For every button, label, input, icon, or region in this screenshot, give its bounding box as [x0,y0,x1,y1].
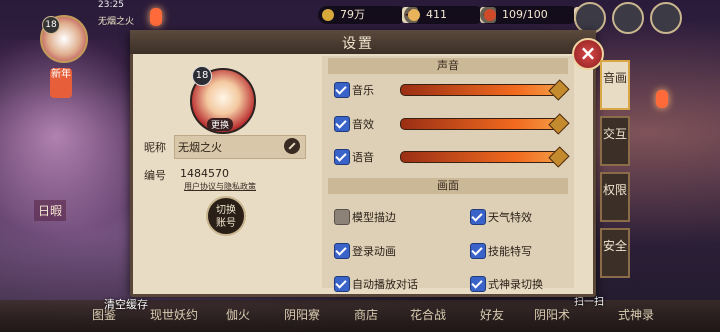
tab-audio-visual[interactable]: 音画 [600,60,630,110]
music-slider[interactable] [400,84,566,96]
graphics-section-header: 画面 [328,178,568,194]
level-badge: 18 [42,16,60,34]
music-label: 音乐 [352,84,374,97]
jade-icon [408,9,420,21]
sound-section-header: 声音 [328,58,568,74]
nav-item[interactable]: 式神录 [618,306,654,323]
tab-label: 音画 [602,71,627,85]
login-anim-label: 登录动画 [352,245,396,258]
effects-checkbox[interactable] [334,116,350,132]
nickname-value: 无烟之火 [178,141,222,154]
status-time: 23:25 [98,0,124,10]
login-anim-checkbox[interactable] [334,243,350,259]
policy-link[interactable]: 用户协议与隐私政策 [184,181,256,192]
nav-item[interactable]: 阴阳寮 [284,306,320,323]
stamina-value: 109/100 [502,8,548,21]
shikigami-switch-checkbox[interactable] [470,276,486,292]
tab-security[interactable]: 安全 [600,228,630,278]
nav-item[interactable]: 阴阳术 [534,306,570,323]
effects-label: 音效 [352,118,374,131]
nav-item[interactable]: 好友 [480,306,504,323]
uid-label: 编号 [144,169,166,182]
effects-slider[interactable] [400,118,566,130]
nickname-label: 昵称 [144,141,166,154]
stamina-icon [484,9,496,21]
chat-icon[interactable] [612,2,644,34]
nav-item[interactable]: 伽火 [226,306,250,323]
tab-permissions[interactable]: 权限 [600,172,630,222]
shikigami-switch-label: 式神录切换 [488,278,543,291]
daily-button[interactable]: 日暇 [34,200,67,221]
mail-icon[interactable] [650,2,682,34]
auto-dialogue-label: 自动播放对话 [352,278,418,291]
stamina-counter: 109/100 + [480,6,590,24]
profile-level-badge: 18 [192,66,212,86]
nav-item[interactable]: 花合战 [410,306,446,323]
voice-checkbox[interactable] [334,149,350,165]
event-badge[interactable]: 新年 [50,68,72,98]
coin-icon [322,9,334,21]
jade-value: 411 [426,8,447,21]
gold-value: 79万 [340,8,365,21]
nav-item[interactable]: 现世妖约 [150,306,198,323]
tab-label: 安全 [602,239,627,253]
outline-label: 模型描边 [352,211,396,224]
voice-slider[interactable] [400,151,566,163]
gold-counter: 79万 + [318,6,418,24]
switch-account-button[interactable]: 切换 账号 [206,196,246,236]
skill-closeup-label: 技能特写 [488,245,532,258]
weather-checkbox[interactable] [470,209,486,225]
outline-checkbox[interactable] [334,209,350,225]
switch-account-label: 切换 账号 [216,205,236,229]
dialog-title: 设置 [342,36,374,52]
player-name-small: 无烟之火 [98,17,135,27]
tab-label: 交互 [602,127,627,141]
voice-label: 语音 [352,151,374,164]
nav-item[interactable]: 商店 [354,306,378,323]
lantern-icon [656,90,668,108]
music-checkbox[interactable] [334,82,350,98]
auto-dialogue-checkbox[interactable] [334,276,350,292]
edit-icon[interactable] [284,138,300,154]
clear-cache-button[interactable]: 清空缓存 [104,296,148,312]
tab-interaction[interactable]: 交互 [600,116,630,166]
tab-label: 权限 [602,183,627,197]
weather-label: 天气特效 [488,211,532,224]
skill-closeup-checkbox[interactable] [470,243,486,259]
top-bar: 23:25 无烟之火 79万 + 411 + 109/100 + [0,0,720,34]
jade-counter: 411 + [404,6,496,24]
change-avatar-button[interactable]: 更换 [207,118,234,131]
uid-value: 1484570 [180,167,229,180]
